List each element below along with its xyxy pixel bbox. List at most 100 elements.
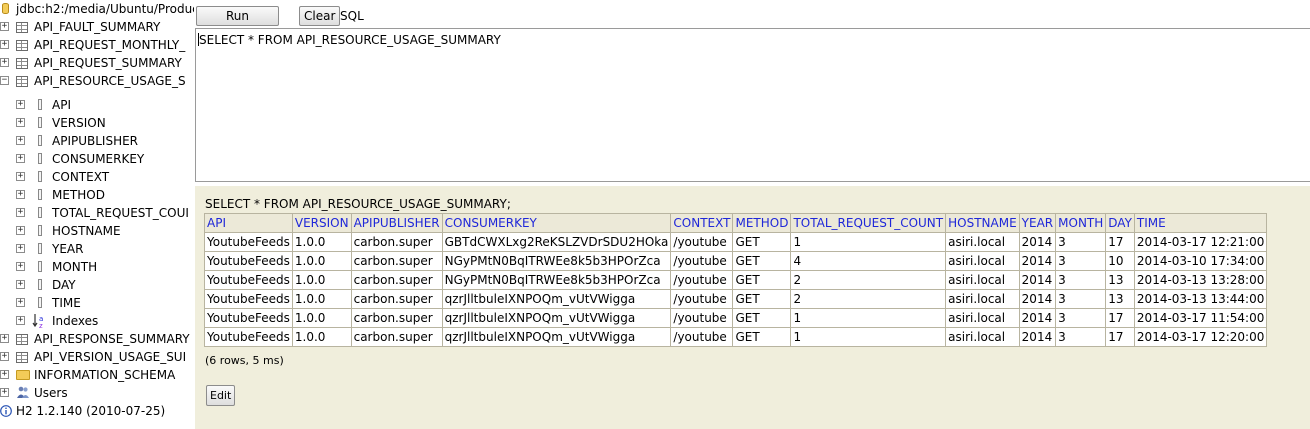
clear-button[interactable]: Clear (299, 6, 341, 26)
table-cell: carbon.super (350, 270, 443, 290)
expand-icon[interactable]: + (0, 58, 9, 67)
run-button[interactable]: Run (Ctrl+Enter) (196, 6, 279, 41)
table-row: YoutubeFeeds 1.0.0 carbon.super qzrJlltbule… (204, 327, 1268, 347)
tree-column-item[interactable]: + APIPUBLISHER (0, 132, 194, 150)
table-row: YoutubeFeeds 1.0.0 carbon.super qzrJlltbule… (204, 289, 1268, 309)
schema-tree: jdbc:h2:/media/Ubuntu/Products/ + az Ind… (0, 0, 194, 429)
column-header[interactable]: CONSUMERKEY (441, 213, 672, 233)
tree-table-item[interactable]: + API_RESPONSE_SUMMARY (0, 330, 194, 348)
tree-column-item[interactable]: + YEAR (0, 240, 194, 258)
column-header[interactable]: DAY (1105, 213, 1135, 233)
tree-table-item[interactable]: + API_FAULT_SUMMARY (0, 18, 194, 36)
tree-column-item[interactable]: + TIME (0, 294, 194, 312)
tree-table-item[interactable]: + API_REQUEST_MONTHLY_ (0, 36, 194, 54)
table-label: API_FAULT_SUMMARY (34, 20, 161, 34)
table-cell: /youtube (670, 270, 734, 290)
column-header[interactable]: APIPUBLISHER (350, 213, 443, 233)
tree-information-schema[interactable]: + INFORMATION_SCHEMA (0, 366, 194, 384)
expand-icon[interactable]: + (0, 352, 9, 361)
tree-indexes[interactable]: + az Indexes (0, 312, 194, 330)
tree-column-item[interactable]: + CONSUMERKEY (0, 150, 194, 168)
table-cell: 3 (1055, 232, 1107, 252)
tree-table-item[interactable]: + API_REQUEST_SUMMARY (0, 54, 194, 72)
edit-button[interactable]: Edit (206, 385, 236, 406)
expand-icon[interactable]: + (16, 262, 25, 271)
table-header-row: API VERSION APIPUBLISHER CONSUMERKEY CONTEXT… (204, 213, 1268, 233)
table-cell: 4 (790, 251, 947, 271)
table-cell: GET (732, 327, 792, 347)
tree-column-item[interactable]: + DAY (0, 276, 194, 294)
tree-table-item[interactable]: − API_RESOURCE_USAGE_S (0, 72, 194, 90)
tree-table-item[interactable]: + API_VERSION_USAGE_SUI (0, 348, 194, 366)
expand-icon[interactable]: + (0, 22, 9, 31)
column-header[interactable]: YEAR (1018, 213, 1057, 233)
column-icon (38, 225, 42, 236)
table-cell: 1 (790, 232, 947, 252)
folder-icon (16, 370, 30, 380)
tree-column-item[interactable]: + CONTEXT (0, 168, 194, 186)
sql-editor[interactable]: SELECT * FROM API_RESOURCE_USAGE_SUMMARY (195, 28, 1310, 182)
expand-icon[interactable]: + (16, 190, 25, 199)
table-cell: 2014 (1018, 232, 1057, 252)
table-row: YoutubeFeeds 1.0.0 carbon.super NGyPMtN0BqI… (204, 270, 1268, 290)
column-header[interactable]: CONTEXT (670, 213, 734, 233)
expand-icon[interactable]: + (16, 208, 25, 217)
column-icon (38, 243, 42, 254)
version-label: H2 1.2.140 (2010-07-25) (16, 404, 166, 418)
expand-icon[interactable]: + (16, 226, 25, 235)
tree-column-item[interactable]: + METHOD (0, 186, 194, 204)
column-label: VERSION (52, 116, 106, 130)
column-icon (38, 153, 42, 164)
table-cell: carbon.super (350, 232, 443, 252)
expand-icon[interactable]: + (16, 118, 25, 127)
expand-icon[interactable]: + (16, 280, 25, 289)
column-header[interactable]: METHOD (732, 213, 792, 233)
column-header[interactable]: MONTH (1055, 213, 1107, 233)
tree-users[interactable]: + Users (0, 384, 194, 402)
expand-icon[interactable]: + (0, 334, 9, 343)
table-cell: carbon.super (350, 251, 443, 271)
table-icon (16, 40, 28, 51)
expand-icon[interactable]: + (16, 172, 25, 181)
column-label: HOSTNAME (52, 224, 121, 238)
table-cell: 1.0.0 (291, 327, 352, 347)
tree-column-item[interactable]: + HOSTNAME (0, 222, 194, 240)
table-cell: carbon.super (350, 308, 443, 328)
tree-connection[interactable]: jdbc:h2:/media/Ubuntu/Products/ (0, 0, 194, 18)
table-cell: 2014 (1018, 270, 1057, 290)
column-header[interactable]: API (204, 213, 293, 233)
result-table: API VERSION APIPUBLISHER CONSUMERKEY CONTEXT… (204, 213, 1268, 347)
collapse-icon[interactable]: − (0, 76, 9, 85)
expand-icon[interactable]: + (16, 136, 25, 145)
column-label: TOTAL_REQUEST_COUI (52, 206, 189, 220)
expand-icon[interactable]: + (16, 316, 25, 325)
table-cell: 3 (1055, 327, 1107, 347)
expand-icon[interactable]: + (0, 370, 9, 379)
tree-column-item[interactable]: + VERSION (0, 114, 194, 132)
table-cell: qzrJlltbuleIXNPOQm_vUtVWigga (441, 327, 672, 347)
table-cell: 2014 (1018, 251, 1057, 271)
expand-icon[interactable]: + (16, 100, 25, 109)
table-cell: asiri.local (945, 270, 1020, 290)
expand-icon[interactable]: + (0, 388, 9, 397)
column-header[interactable]: TIME (1133, 213, 1268, 233)
expand-icon[interactable]: + (0, 40, 9, 49)
table-label: API_VERSION_USAGE_SUI (34, 350, 187, 364)
table-cell: 2014 (1018, 289, 1057, 309)
expand-icon[interactable]: + (16, 154, 25, 163)
expand-icon[interactable]: + (16, 244, 25, 253)
column-header[interactable]: VERSION (291, 213, 352, 233)
table-row: YoutubeFeeds 1.0.0 carbon.super NGyPMtN0BqI… (204, 251, 1268, 271)
table-cell: carbon.super (350, 327, 443, 347)
table-cell: 1.0.0 (291, 289, 352, 309)
svg-text:z: z (39, 322, 43, 329)
tree-column-item[interactable]: + TOTAL_REQUEST_COUI (0, 204, 194, 222)
column-header[interactable]: HOSTNAME (945, 213, 1020, 233)
result-statement: SELECT * FROM API_RESOURCE_USAGE_SUMMARY… (205, 197, 511, 211)
table-cell: 1.0.0 (291, 270, 352, 290)
expand-icon[interactable]: + (16, 298, 25, 307)
column-header[interactable]: TOTAL_REQUEST_COUNT (790, 213, 947, 233)
tree-column-item[interactable]: + MONTH (0, 258, 194, 276)
tree-column-item[interactable]: + API (0, 96, 194, 114)
table-cell: 2014-03-17 11:54:00 (1133, 308, 1268, 328)
